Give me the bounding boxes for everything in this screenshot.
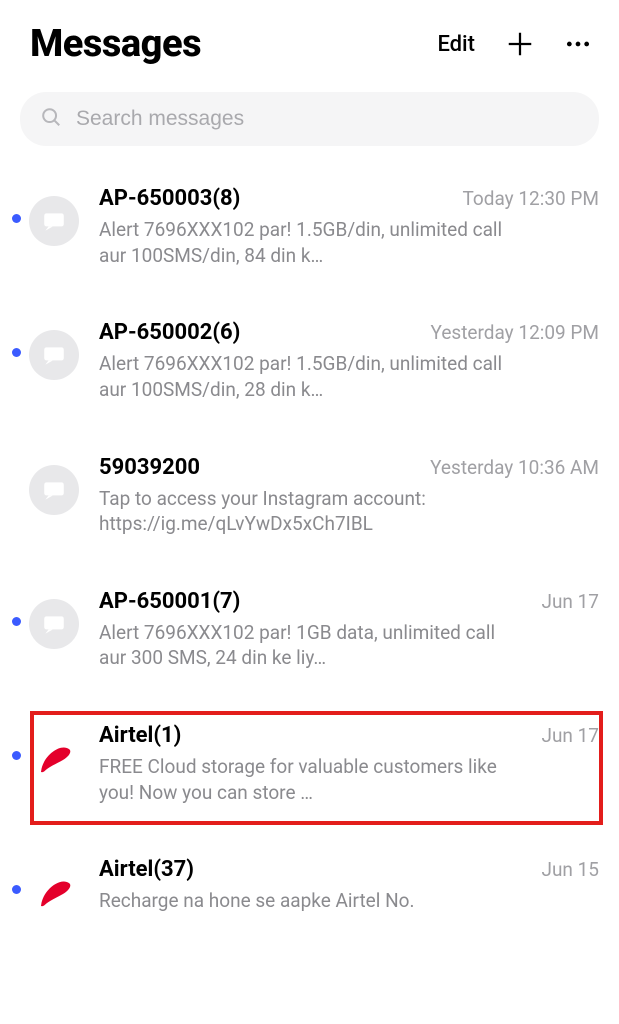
edit-button[interactable]: Edit [437, 32, 475, 57]
unread-indicator [12, 885, 21, 894]
message-preview: Recharge na hone se aapke Airtel No. [99, 888, 519, 914]
conversation-header: AP-650002(6) Yesterday 12:09 PM [99, 320, 599, 345]
chat-avatar-icon [29, 330, 79, 380]
conversation-row[interactable]: Airtel(37) Jun 15 Recharge na hone se aapk… [0, 857, 619, 917]
sender-name: AP-650001(7) [99, 589, 240, 614]
compose-button[interactable] [505, 29, 535, 59]
unread-indicator [12, 348, 21, 357]
conversation-header: AP-650003(8) Today 12:30 PM [99, 186, 599, 211]
timestamp: Jun 15 [541, 858, 599, 881]
sender-name: AP-650003(8) [99, 186, 240, 211]
search-bar[interactable] [20, 92, 599, 146]
conversation-row[interactable]: AP-650003(8) Today 12:30 PM Alert 7696XXX1… [0, 186, 619, 320]
plus-icon [505, 29, 535, 59]
conversation-body: AP-650001(7) Jun 17 Alert 7696XXX102 par! … [99, 589, 599, 671]
conversation-header: Airtel(1) Jun 17 [99, 723, 599, 748]
more-button[interactable] [565, 31, 591, 57]
header: Messages Edit [0, 0, 619, 82]
conversation-list: AP-650003(8) Today 12:30 PM Alert 7696XXX1… [0, 162, 619, 917]
conversation-row[interactable]: 59039200 Yesterday 10:36 AM Tap to access … [0, 455, 619, 589]
conversation-header: AP-650001(7) Jun 17 [99, 589, 599, 614]
sender-name: 59039200 [99, 455, 200, 480]
unread-indicator [12, 214, 21, 223]
sender-name: Airtel(1) [99, 723, 181, 748]
timestamp: Yesterday 10:36 AM [430, 456, 599, 479]
message-preview: Alert 7696XXX102 par! 1.5GB/din, unlimit… [99, 217, 519, 268]
conversation-row[interactable]: Airtel(1) Jun 17 FREE Cloud storage for va… [0, 723, 619, 857]
conversation-body: AP-650003(8) Today 12:30 PM Alert 7696XXX1… [99, 186, 599, 268]
conversation-body: Airtel(37) Jun 15 Recharge na hone se aapk… [99, 857, 599, 914]
timestamp: Jun 17 [541, 724, 599, 747]
conversation-row[interactable]: AP-650001(7) Jun 17 Alert 7696XXX102 par! … [0, 589, 619, 723]
chat-avatar-icon [29, 196, 79, 246]
search-input[interactable] [76, 107, 579, 131]
chat-avatar-icon [29, 465, 79, 515]
more-icon [565, 31, 591, 57]
app-title: Messages [30, 22, 201, 66]
timestamp: Yesterday 12:09 PM [431, 321, 599, 344]
sender-name: Airtel(37) [99, 857, 194, 882]
message-preview: Alert 7696XXX102 par! 1GB data, unlimite… [99, 620, 519, 671]
conversation-header: Airtel(37) Jun 15 [99, 857, 599, 882]
conversation-row[interactable]: AP-650002(6) Yesterday 12:09 PM Alert 7696… [0, 320, 619, 454]
chat-avatar-icon [29, 599, 79, 649]
airtel-avatar-icon [29, 733, 79, 783]
conversation-body: 59039200 Yesterday 10:36 AM Tap to access … [99, 455, 599, 537]
header-actions: Edit [437, 29, 591, 59]
message-preview: FREE Cloud storage for valuable customer… [99, 754, 519, 805]
message-preview: Alert 7696XXX102 par! 1.5GB/din, unlimit… [99, 351, 519, 402]
message-preview: Tap to access your Instagram account: ht… [99, 486, 519, 537]
conversation-body: Airtel(1) Jun 17 FREE Cloud storage for va… [99, 723, 599, 805]
timestamp: Jun 17 [541, 590, 599, 613]
sender-name: AP-650002(6) [99, 320, 240, 345]
unread-indicator [12, 617, 21, 626]
unread-indicator [12, 751, 21, 760]
conversation-header: 59039200 Yesterday 10:36 AM [99, 455, 599, 480]
timestamp: Today 12:30 PM [463, 187, 599, 210]
search-icon [40, 106, 62, 132]
conversation-body: AP-650002(6) Yesterday 12:09 PM Alert 7696… [99, 320, 599, 402]
airtel-avatar-icon [29, 867, 79, 917]
